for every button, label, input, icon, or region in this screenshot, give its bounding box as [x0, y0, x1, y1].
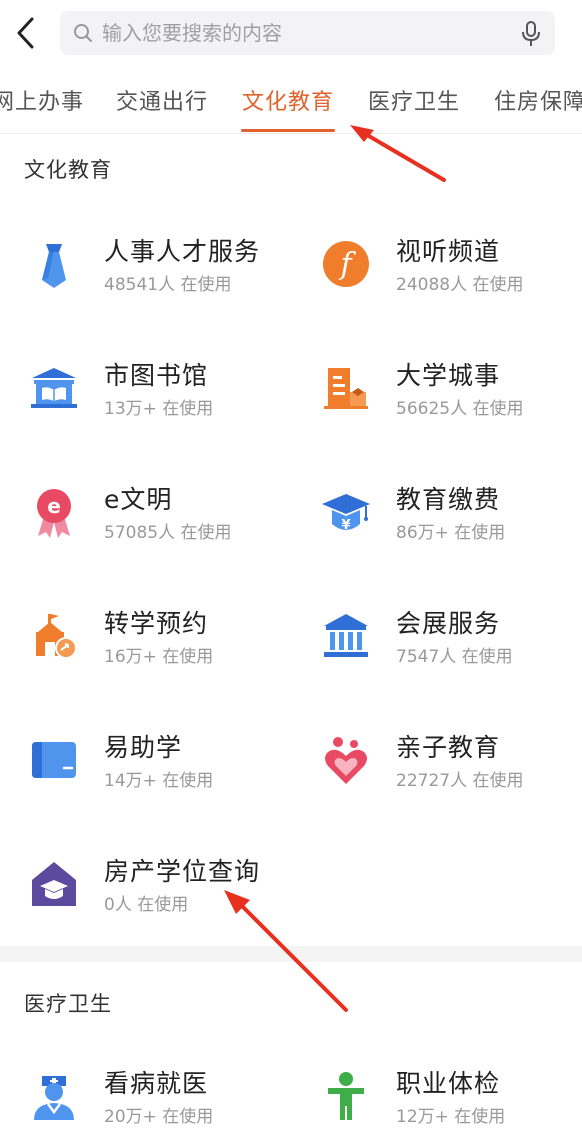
service-item-easy-study-aid[interactable]: 易助学 14万+ 在使用: [0, 714, 280, 804]
service-usage: 56625人 在使用: [396, 399, 524, 419]
service-name: 市图书馆: [104, 361, 209, 390]
search-icon: [72, 22, 94, 44]
service-usage: 16万+ 在使用: [104, 647, 214, 667]
service-name: 亲子教育: [396, 733, 501, 762]
book-icon: [32, 742, 76, 778]
house-cap-icon: [32, 862, 76, 906]
service-item-hr-talent[interactable]: 人事人才服务 48541人 在使用: [0, 218, 280, 308]
chevron-left-icon: [17, 17, 34, 49]
service-name: 人事人才服务: [104, 237, 261, 266]
tab-online-services[interactable]: 网上办事: [0, 84, 84, 116]
nurse-icon: [34, 1076, 74, 1120]
service-name: 房产学位查询: [104, 857, 261, 886]
category-tabs: 网上办事 交通出行 文化教育 医疗卫生 住房保障: [0, 66, 582, 134]
svg-text:e: e: [47, 494, 61, 518]
service-item-media-channel[interactable]: f 视听频道 24088人 在使用: [292, 218, 572, 308]
service-item-occupational-checkup[interactable]: 职业体检 12万+ 在使用: [292, 1050, 572, 1140]
section-divider: [0, 946, 582, 962]
service-item-education-fees[interactable]: ¥ 教育缴费 86万+ 在使用: [292, 466, 572, 556]
service-name: 转学预约: [104, 609, 209, 638]
service-usage: 48541人 在使用: [104, 275, 232, 295]
graduation-cap-yuan-icon: ¥: [322, 494, 370, 533]
tab-housing[interactable]: 住房保障: [494, 84, 582, 116]
svg-text:¥: ¥: [341, 518, 350, 533]
service-usage: 22727人 在使用: [396, 771, 524, 791]
service-item-parent-child-education[interactable]: 亲子教育 22727人 在使用: [292, 714, 572, 804]
active-tab-indicator: [241, 129, 335, 132]
person-checkup-icon: [328, 1072, 364, 1120]
service-name: 易助学: [104, 733, 183, 762]
service-name: 视听频道: [396, 237, 501, 266]
service-usage: 13万+ 在使用: [104, 399, 214, 419]
exhibition-hall-icon: [324, 614, 368, 657]
service-name: 职业体检: [396, 1069, 501, 1098]
service-name: 教育缴费: [396, 485, 501, 514]
service-item-university-town[interactable]: 大学城事 56625人 在使用: [292, 342, 572, 432]
service-name: 会展服务: [396, 609, 501, 638]
tab-medical-health[interactable]: 医疗卫生: [368, 84, 460, 116]
service-name: 大学城事: [396, 361, 501, 390]
service-item-property-school-place-query[interactable]: 房产学位查询 0人 在使用: [0, 838, 280, 928]
search-bar[interactable]: [60, 11, 555, 55]
back-button[interactable]: [8, 14, 42, 52]
e-badge-icon: e: [37, 489, 71, 538]
media-channel-icon: f: [323, 241, 369, 287]
service-name: e文明: [104, 485, 173, 514]
search-input[interactable]: [102, 21, 502, 45]
service-usage: 20万+ 在使用: [104, 1107, 214, 1127]
library-icon: [31, 368, 77, 408]
tab-culture-education[interactable]: 文化教育: [242, 84, 334, 116]
service-usage: 86万+ 在使用: [396, 523, 506, 543]
service-usage: 0人 在使用: [104, 895, 189, 915]
tab-transport[interactable]: 交通出行: [116, 84, 208, 116]
section-title-medical-health: 医疗卫生: [24, 992, 112, 1016]
microphone-icon[interactable]: [521, 21, 541, 47]
service-item-school-transfer[interactable]: 转学预约 16万+ 在使用: [0, 590, 280, 680]
service-item-see-doctor[interactable]: 看病就医 20万+ 在使用: [0, 1050, 280, 1140]
service-usage: 12万+ 在使用: [396, 1107, 506, 1127]
tie-icon: [42, 244, 66, 288]
service-usage: 57085人 在使用: [104, 523, 232, 543]
service-item-city-library[interactable]: 市图书馆 13万+ 在使用: [0, 342, 280, 432]
parent-child-heart-icon: [325, 737, 367, 784]
school-transfer-icon: [36, 614, 77, 659]
top-bar: [0, 0, 582, 66]
service-item-exhibition[interactable]: 会展服务 7547人 在使用: [292, 590, 572, 680]
service-usage: 7547人 在使用: [396, 647, 513, 667]
service-item-e-civilization[interactable]: e e文明 57085人 在使用: [0, 466, 280, 556]
service-name: 看病就医: [104, 1069, 209, 1098]
section-title-culture-education: 文化教育: [24, 158, 112, 182]
service-usage: 24088人 在使用: [396, 275, 524, 295]
service-usage: 14万+ 在使用: [104, 771, 214, 791]
university-building-icon: [324, 368, 368, 409]
